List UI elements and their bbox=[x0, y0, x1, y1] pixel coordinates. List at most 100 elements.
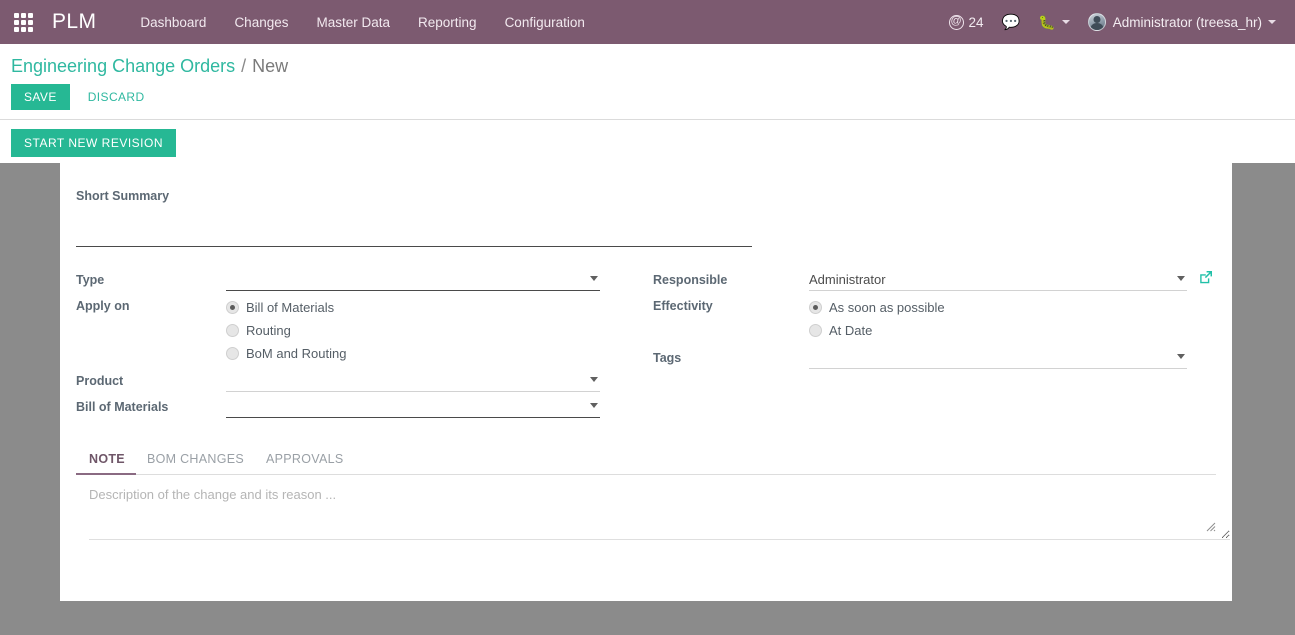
external-link-icon[interactable] bbox=[1199, 270, 1213, 284]
product-value bbox=[226, 370, 639, 392]
messages-button[interactable]: 💬 bbox=[993, 0, 1030, 44]
short-summary-group: Short Summary bbox=[76, 189, 1216, 247]
field-row-bill-of-materials: Bill of Materials bbox=[76, 396, 639, 418]
effectivity-value: As soon as possible At Date bbox=[809, 295, 1216, 342]
form-columns: Type Apply on Bill of Materials Routing … bbox=[76, 269, 1216, 422]
radio-at-date[interactable]: At Date bbox=[809, 319, 1216, 342]
save-button[interactable]: SAVE bbox=[11, 84, 70, 110]
radio-label: BoM and Routing bbox=[246, 346, 347, 361]
radio-bill-of-materials[interactable]: Bill of Materials bbox=[226, 296, 639, 319]
brand-logo[interactable]: PLM bbox=[46, 10, 102, 34]
plm-app-window: PLM Dashboard Changes Master Data Report… bbox=[0, 0, 1295, 635]
mentions-count: 24 bbox=[968, 14, 984, 30]
notebook: NOTE BOM CHANGES APPROVALS bbox=[76, 448, 1230, 545]
bug-icon: 🐛 bbox=[1038, 14, 1056, 30]
menu-item-reporting[interactable]: Reporting bbox=[404, 0, 491, 44]
tab-bom-changes[interactable]: BOM CHANGES bbox=[136, 448, 255, 475]
apply-on-value: Bill of Materials Routing BoM and Routin… bbox=[226, 295, 639, 365]
field-row-tags: Tags bbox=[653, 347, 1216, 369]
user-name: Administrator (treesa_hr) bbox=[1112, 14, 1262, 30]
radio-label: As soon as possible bbox=[829, 300, 945, 315]
main-menu: Dashboard Changes Master Data Reporting … bbox=[126, 0, 598, 44]
chevron-down-icon[interactable] bbox=[1177, 276, 1185, 281]
field-row-responsible: Responsible bbox=[653, 269, 1216, 291]
radio-dot-icon bbox=[226, 324, 239, 337]
responsible-value bbox=[809, 269, 1216, 291]
tab-approvals[interactable]: APPROVALS bbox=[255, 448, 355, 475]
radio-label: At Date bbox=[829, 323, 873, 338]
note-textarea[interactable] bbox=[89, 486, 1230, 540]
status-bar: START NEW REVISION bbox=[0, 120, 1295, 166]
radio-dot-icon bbox=[809, 324, 822, 337]
field-row-apply-on: Apply on Bill of Materials Routing BoM a… bbox=[76, 295, 639, 365]
type-value bbox=[226, 269, 639, 291]
discard-button[interactable]: DISCARD bbox=[76, 84, 157, 110]
menu-item-master-data[interactable]: Master Data bbox=[302, 0, 404, 44]
apps-grid-icon[interactable] bbox=[0, 0, 46, 44]
at-icon bbox=[948, 14, 964, 30]
field-row-effectivity: Effectivity As soon as possible At Date bbox=[653, 295, 1216, 342]
bill-of-materials-label: Bill of Materials bbox=[76, 400, 169, 414]
notebook-page-note bbox=[76, 475, 1230, 545]
record-actions: SAVE DISCARD bbox=[0, 78, 1295, 112]
short-summary-input[interactable] bbox=[76, 225, 752, 247]
effectivity-radio-group: As soon as possible At Date bbox=[809, 295, 1216, 342]
control-panel: Engineering Change Orders / New SAVE DIS… bbox=[0, 44, 1295, 166]
tags-value bbox=[809, 347, 1216, 369]
breadcrumb-current: New bbox=[252, 55, 289, 76]
bill-of-materials-field[interactable] bbox=[226, 396, 600, 418]
chevron-down-icon[interactable] bbox=[590, 377, 598, 382]
menu-item-configuration[interactable]: Configuration bbox=[491, 0, 599, 44]
breadcrumb-separator: / bbox=[241, 55, 247, 76]
chevron-down-icon[interactable] bbox=[1177, 354, 1185, 359]
mentions-counter[interactable]: 24 bbox=[940, 0, 993, 44]
product-input[interactable] bbox=[226, 370, 600, 391]
radio-label: Routing bbox=[246, 323, 291, 338]
breadcrumb: Engineering Change Orders / New bbox=[0, 44, 1295, 78]
navbar-systray: 24 💬 🐛 Administrator (treesa_hr) bbox=[940, 0, 1295, 44]
tags-input[interactable] bbox=[809, 347, 1187, 368]
user-menu[interactable]: Administrator (treesa_hr) bbox=[1079, 0, 1285, 44]
effectivity-label: Effectivity bbox=[653, 299, 713, 313]
tags-label: Tags bbox=[653, 351, 682, 365]
type-label: Type bbox=[76, 273, 105, 287]
form-column-right: Responsible Administrator Effectivity As… bbox=[653, 269, 1216, 422]
apps-grid-glyph bbox=[13, 12, 33, 32]
form-column-left: Type Apply on Bill of Materials Routing … bbox=[76, 269, 639, 422]
apply-on-label: Apply on bbox=[76, 299, 130, 313]
notebook-tabs: NOTE BOM CHANGES APPROVALS bbox=[76, 448, 1216, 475]
radio-dot-icon bbox=[226, 347, 239, 360]
responsible-input[interactable] bbox=[809, 269, 1187, 290]
radio-dot-icon bbox=[226, 301, 239, 314]
radio-bom-and-routing[interactable]: BoM and Routing bbox=[226, 342, 639, 365]
chevron-down-icon[interactable] bbox=[590, 403, 598, 408]
menu-item-changes[interactable]: Changes bbox=[220, 0, 302, 44]
apply-on-radio-group: Bill of Materials Routing BoM and Routin… bbox=[226, 295, 639, 365]
debug-menu[interactable]: 🐛 bbox=[1029, 0, 1078, 44]
tab-note[interactable]: NOTE bbox=[76, 448, 136, 475]
responsible-label: Responsible bbox=[653, 273, 728, 287]
field-row-type: Type bbox=[76, 269, 639, 291]
menu-item-dashboard[interactable]: Dashboard bbox=[126, 0, 220, 44]
field-row-product: Product bbox=[76, 370, 639, 392]
responsible-field[interactable] bbox=[809, 269, 1187, 291]
radio-as-soon-as-possible[interactable]: As soon as possible bbox=[809, 296, 1216, 319]
tags-field[interactable] bbox=[809, 347, 1187, 369]
radio-label: Bill of Materials bbox=[246, 300, 335, 315]
type-field[interactable] bbox=[226, 269, 600, 291]
product-label: Product bbox=[76, 374, 124, 388]
form-sheet: Short Summary Type Apply on Bill of Mate… bbox=[60, 163, 1232, 601]
avatar bbox=[1087, 13, 1106, 31]
type-input[interactable] bbox=[226, 269, 600, 290]
short-summary-label: Short Summary bbox=[76, 189, 170, 203]
bill-of-materials-value bbox=[226, 396, 639, 418]
radio-routing[interactable]: Routing bbox=[226, 319, 639, 342]
chevron-down-icon bbox=[1061, 20, 1070, 24]
chevron-down-icon[interactable] bbox=[590, 276, 598, 281]
top-navbar: PLM Dashboard Changes Master Data Report… bbox=[0, 0, 1295, 44]
start-new-revision-button[interactable]: START NEW REVISION bbox=[11, 129, 177, 157]
bill-of-materials-input[interactable] bbox=[226, 396, 600, 417]
product-field[interactable] bbox=[226, 370, 600, 392]
chat-bubble-icon: 💬 bbox=[1001, 13, 1021, 31]
breadcrumb-root-link[interactable]: Engineering Change Orders bbox=[11, 56, 235, 77]
